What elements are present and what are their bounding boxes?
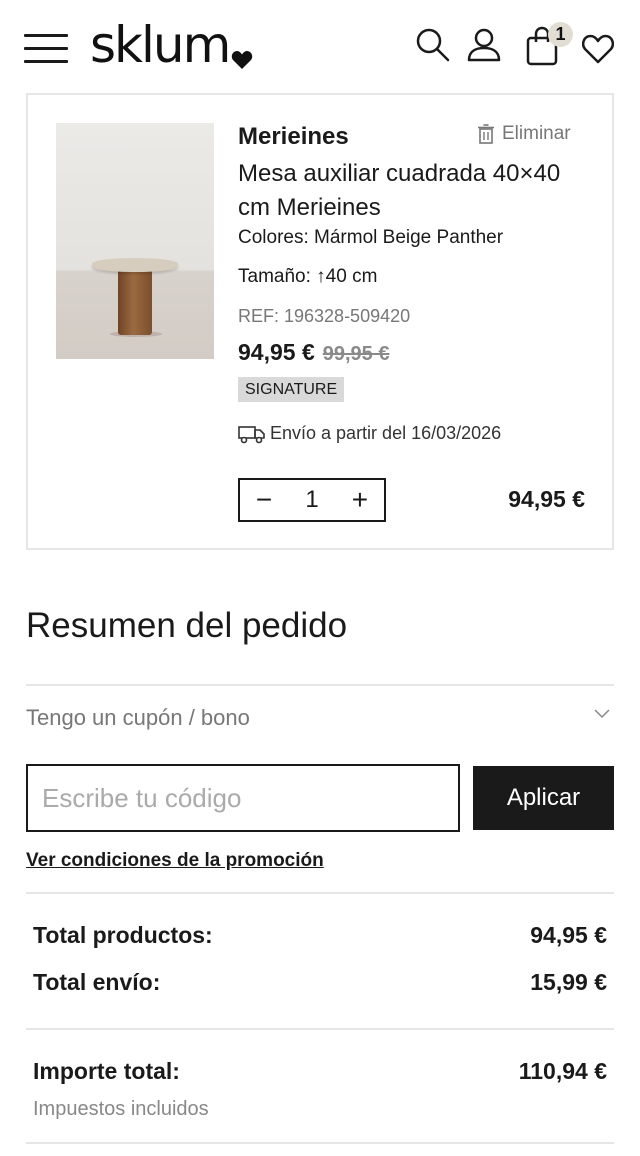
apply-coupon-button[interactable]: Aplicar — [473, 766, 614, 830]
shipping-total-value: 15,99 € — [530, 969, 607, 995]
cart-item-card: Merieines Eliminar Mesa auxiliar cuadrad… — [26, 93, 614, 550]
trash-icon — [478, 124, 494, 144]
user-icon[interactable] — [466, 28, 502, 62]
price-row: 94,95 € 99,95 € — [238, 339, 389, 366]
decrease-quantity-button[interactable]: − — [252, 486, 276, 514]
quantity-value: 1 — [305, 486, 319, 513]
divider — [26, 1142, 614, 1144]
grand-total-row: Importe total: 110,94 € — [33, 1058, 607, 1085]
product-name[interactable]: Mesa auxiliar cuadrada 40×40 cm Merieine… — [238, 157, 578, 225]
grand-total-label: Importe total: — [33, 1058, 180, 1084]
divider — [26, 1028, 614, 1030]
remove-label: Eliminar — [502, 123, 571, 144]
truck-icon — [238, 425, 265, 443]
promotion-conditions-link[interactable]: Ver condiciones de la promoción — [26, 850, 324, 872]
divider — [26, 684, 614, 686]
heart-icon[interactable] — [582, 34, 614, 64]
cart-count-badge: 1 — [548, 22, 573, 47]
increase-quantity-button[interactable]: + — [348, 486, 372, 514]
chevron-down-icon — [594, 709, 610, 719]
product-image[interactable] — [56, 123, 214, 359]
shipping-total-row: Total envío: 15,99 € — [33, 969, 607, 996]
product-colors: Colores: Mármol Beige Panther — [238, 227, 504, 248]
coupon-label: Tengo un cupón / bono — [26, 705, 250, 730]
product-ref: REF: 196328-509420 — [238, 306, 411, 326]
coupon-code-input[interactable] — [26, 764, 460, 832]
logo-heart-icon — [232, 51, 253, 69]
summary-title: Resumen del pedido — [26, 606, 348, 645]
coupon-toggle[interactable]: Tengo un cupón / bono — [26, 705, 614, 731]
products-total-label: Total productos: — [33, 922, 213, 948]
product-brand: Merieines — [238, 123, 349, 150]
shipping-text: Envío a partir del 16/03/2026 — [270, 423, 502, 443]
header: sklum 1 — [0, 0, 640, 92]
logo[interactable]: sklum — [90, 16, 253, 74]
search-icon[interactable] — [416, 28, 450, 62]
signature-badge: SIGNATURE — [238, 377, 345, 402]
logo-text: sklum — [90, 16, 231, 74]
quantity-stepper: − 1 + — [238, 478, 386, 522]
products-total-value: 94,95 € — [530, 922, 607, 948]
menu-icon[interactable] — [24, 34, 68, 64]
grand-total-value: 110,94 € — [518, 1058, 607, 1084]
products-total-row: Total productos: 94,95 € — [33, 922, 607, 949]
product-old-price: 99,95 € — [322, 343, 390, 365]
remove-button[interactable]: Eliminar — [478, 123, 571, 145]
shipping-total-label: Total envío: — [33, 969, 161, 995]
shipping-info: Envío a partir del 16/03/2026 — [238, 423, 501, 444]
line-total: 94,95 € — [508, 486, 585, 512]
tax-note: Impuestos incluidos — [33, 1098, 209, 1120]
product-price: 94,95 € — [238, 339, 315, 365]
divider — [26, 892, 614, 894]
product-size: Tamaño: ↑40 cm — [238, 266, 378, 287]
